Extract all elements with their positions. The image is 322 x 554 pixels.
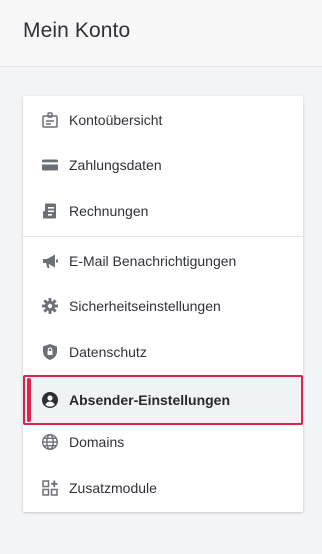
globe-icon [41, 433, 59, 451]
menu-item-kontouebersicht[interactable]: Kontoübersicht [23, 98, 303, 142]
menu-item-rechnungen[interactable]: Rechnungen [23, 189, 303, 233]
menu-item-label: Absender-Einstellungen [69, 392, 231, 408]
menu-item-domains[interactable]: Domains [23, 420, 303, 464]
id-badge-icon [41, 111, 59, 129]
menu-item-label: Domains [69, 434, 125, 450]
menu-item-label: Kontoübersicht [69, 112, 163, 128]
menu-item-label: Datenschutz [69, 344, 147, 360]
invoice-icon [41, 202, 59, 220]
credit-card-icon [41, 156, 59, 174]
menu-item-datenschutz[interactable]: Datenschutz [23, 330, 303, 374]
account-menu: Kontoübersicht Zahlungsdaten Rechnungen [23, 96, 303, 512]
menu-item-label: Sicherheitseinstellungen [69, 298, 221, 314]
menu-divider [23, 236, 303, 237]
page-title: Mein Konto [23, 19, 131, 42]
page-header: Mein Konto [0, 0, 322, 67]
menu-item-zahlungsdaten[interactable]: Zahlungsdaten [23, 143, 303, 187]
menu-item-label: Zahlungsdaten [69, 157, 162, 173]
account-circle-icon [41, 391, 59, 409]
menu-item-label: Rechnungen [69, 203, 149, 219]
menu-item-absender-einstellungen[interactable]: Absender-Einstellungen [23, 375, 303, 425]
menu-item-sicherheitseinstellungen[interactable]: Sicherheitseinstellungen [23, 284, 303, 328]
shield-lock-icon [41, 343, 59, 361]
menu-item-label: Zusatzmodule [69, 480, 157, 496]
active-indicator [27, 378, 31, 422]
menu-item-zusatzmodule[interactable]: Zusatzmodule [23, 466, 303, 510]
apps-plus-icon [41, 479, 59, 497]
menu-item-label: E-Mail Benachrichtigungen [69, 253, 237, 269]
menu-item-email-benachrichtigungen[interactable]: E-Mail Benachrichtigungen [23, 239, 303, 283]
gear-icon [41, 297, 59, 315]
megaphone-icon [41, 252, 59, 270]
